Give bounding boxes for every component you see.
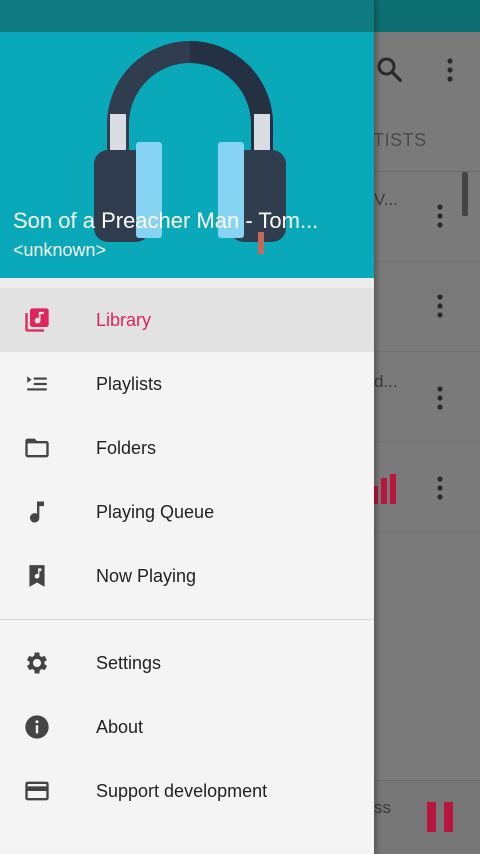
more-options-icon[interactable] [432,202,448,230]
library-music-icon [22,305,52,335]
more-options-icon[interactable] [440,56,460,84]
more-options-icon[interactable] [432,384,448,412]
playlist-icon [22,369,52,399]
nav-item-support-development[interactable]: Support development [0,759,374,823]
nav-item-library[interactable]: Library [0,288,374,352]
nav-item-about[interactable]: About [0,695,374,759]
list-item-text: V... [374,190,398,209]
credit-card-icon [22,776,52,806]
nav-label-folders: Folders [96,437,157,458]
nav-item-now-playing[interactable]: Now Playing [0,544,374,608]
nav-item-settings[interactable]: Settings [0,631,374,695]
nav-item-playing-queue[interactable]: Playing Queue [0,480,374,544]
nav-item-playlists[interactable]: Playlists [0,352,374,416]
list-item-text: d... [374,372,398,391]
folder-icon [22,433,52,463]
more-options-icon[interactable] [432,474,448,502]
navigation-drawer: Son of a Preacher Man - Tom... <unknown>… [0,0,374,854]
mini-player-title: ss [374,798,391,817]
nav-label-now-playing: Now Playing [96,565,197,586]
now-playing-icon [22,561,52,591]
nav-item-folders[interactable]: Folders [0,416,374,480]
nav-label-playing-queue: Playing Queue [96,501,215,522]
search-icon[interactable] [374,54,404,84]
drawer-status-bar [0,0,374,32]
nav-label-library: Library [96,309,152,330]
gear-icon [22,648,52,678]
drawer-header[interactable]: Son of a Preacher Man - Tom... <unknown> [0,32,374,278]
pause-icon[interactable] [424,800,456,834]
nav-label-support-development: Support development [96,780,268,801]
nav-label-settings: Settings [96,652,162,673]
drawer-nav-list: Library Playlists Folders Playing Queue … [0,288,374,823]
now-playing-title: Son of a Preacher Man - Tom... [13,208,319,233]
nav-divider [0,619,374,620]
music-note-icon [22,497,52,527]
header-divider [0,278,374,288]
info-icon [22,712,52,742]
equalizer-icon [372,474,396,504]
now-playing-artist: <unknown> [13,240,107,260]
more-options-icon[interactable] [432,292,448,320]
nav-label-playlists: Playlists [96,373,163,394]
nav-label-about: About [96,716,144,737]
